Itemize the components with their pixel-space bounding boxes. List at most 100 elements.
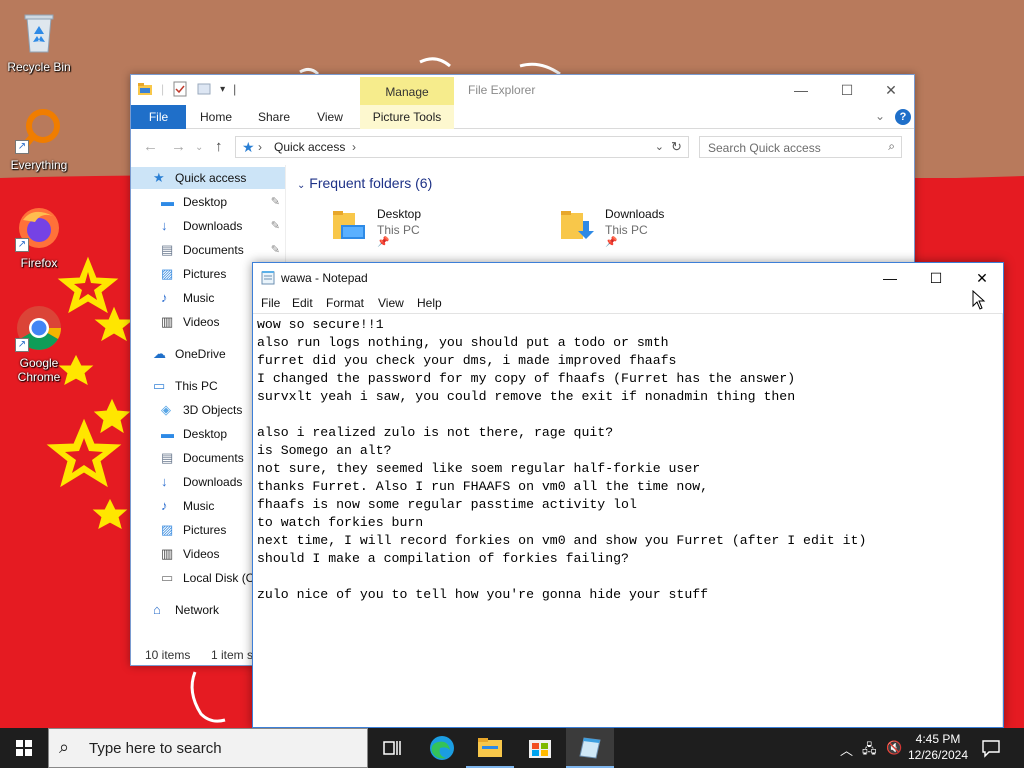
window-title: File Explorer: [468, 83, 536, 97]
text-line: survxlt yeah i saw, you could remove the…: [257, 389, 796, 404]
help-icon[interactable]: ?: [895, 109, 911, 125]
pin-icon: ✎: [270, 244, 280, 256]
nav-item-documents[interactable]: ▤ Documents ✎: [131, 239, 285, 261]
refresh-icon[interactable]: ↻: [671, 139, 682, 155]
forward-arrow-icon[interactable]: →: [171, 138, 186, 155]
toolbar-divider: |: [233, 82, 237, 96]
taskbar-search-box[interactable]: ⌕ Type here to search: [48, 728, 368, 768]
tab-view[interactable]: View: [307, 105, 353, 129]
search-box[interactable]: Search Quick access ⌕: [699, 136, 902, 158]
notepad-titlebar[interactable]: wawa - Notepad — ☐ ✕: [253, 263, 1003, 293]
tile-location: This PC: [605, 223, 648, 237]
videos-icon: ▥: [161, 546, 174, 561]
menu-view[interactable]: View: [378, 296, 404, 310]
navigation-bar: ← → ⌄ ↑ ★ › Quick access › ⌄ ↻ Search Qu…: [131, 130, 914, 164]
nav-item-label: Videos: [183, 547, 220, 561]
nav-item-downloads[interactable]: ↓ Downloads ✎: [131, 215, 285, 237]
minimize-button[interactable]: —: [778, 75, 824, 105]
qat-dropdown-icon[interactable]: ▾: [220, 84, 225, 95]
everything-search-icon: ↗: [15, 106, 63, 154]
folder-tile-downloads[interactable]: Downloads This PC 📌: [559, 203, 759, 253]
text-line: [257, 406, 1003, 424]
manage-contextual-tab[interactable]: Manage: [360, 77, 454, 105]
nav-item-label: Pictures: [183, 523, 227, 537]
desktop-icon-everything[interactable]: ↗ Everything: [1, 106, 77, 172]
menu-format[interactable]: Format: [326, 296, 364, 310]
task-view-icon: [383, 741, 401, 755]
explorer-titlebar[interactable]: | ▾ | Manage File Explorer — ☐ ✕: [131, 75, 914, 105]
menu-help[interactable]: Help: [417, 296, 442, 310]
breadcrumb-chevron-icon[interactable]: ›: [352, 140, 356, 154]
nav-item-label: Pictures: [183, 267, 227, 281]
nav-item-label: Local Disk (C: [183, 571, 255, 585]
network-icon: ⌂: [153, 602, 161, 617]
notepad-taskbar-button[interactable]: [566, 728, 614, 768]
notifications-icon[interactable]: [980, 737, 1002, 759]
start-button[interactable]: [0, 728, 48, 768]
chrome-icon: ↗: [15, 304, 63, 352]
tab-share[interactable]: Share: [251, 105, 297, 129]
tab-picture-tools[interactable]: Picture Tools: [360, 105, 454, 129]
folder-app-icon[interactable]: [137, 81, 153, 97]
back-arrow-icon[interactable]: ←: [143, 138, 158, 155]
minimize-button[interactable]: —: [867, 263, 913, 293]
quick-access-star-icon: ★: [242, 139, 255, 155]
collapse-chevron-icon[interactable]: ⌄: [297, 180, 305, 191]
address-dropdown-icon[interactable]: ⌄: [655, 140, 664, 153]
edge-taskbar-button[interactable]: [418, 728, 466, 768]
desktop-icon-label: Firefox: [20, 256, 58, 270]
nav-item-label: Music: [183, 291, 215, 305]
file-explorer-taskbar-button[interactable]: [466, 728, 514, 768]
address-bar[interactable]: ★ › Quick access › ⌄: [235, 136, 689, 158]
menu-edit[interactable]: Edit: [292, 296, 313, 310]
tab-file[interactable]: File: [131, 105, 186, 129]
taskbar-search-input[interactable]: Type here to search: [89, 740, 222, 757]
desktop-icon: ▬: [161, 426, 174, 441]
expand-ribbon-icon[interactable]: ⌄: [875, 109, 885, 123]
maximize-button[interactable]: ☐: [824, 75, 870, 105]
text-line: is Somego an alt?: [257, 443, 392, 458]
task-view-button[interactable]: [368, 728, 416, 768]
search-icon: ⌕: [59, 737, 70, 757]
edge-icon: [430, 736, 454, 760]
clock[interactable]: 4:45 PM 12/26/2024: [900, 731, 976, 763]
up-arrow-icon[interactable]: ↑: [215, 138, 223, 155]
properties-icon[interactable]: [172, 81, 188, 97]
notepad-text-area[interactable]: wow so secure!!1 also run logs nothing, y…: [253, 313, 1003, 727]
network-status-icon[interactable]: 🖧: [862, 740, 877, 762]
text-line: should I make a compilation of forkies f…: [257, 551, 629, 566]
search-input[interactable]: Search Quick access: [708, 141, 821, 155]
notepad-window[interactable]: wawa - Notepad — ☐ ✕ File Edit Format Vi…: [252, 262, 1004, 728]
nav-item-quick-access[interactable]: ★ Quick access: [131, 167, 285, 189]
local-disk-icon: ▭: [161, 570, 174, 585]
close-button[interactable]: ✕: [868, 75, 914, 105]
nav-item-label: Music: [183, 499, 215, 513]
tile-name: Desktop: [377, 207, 422, 221]
recent-locations-chevron-icon[interactable]: ⌄: [195, 142, 203, 153]
frequent-folders-header[interactable]: ⌄ Frequent folders (6): [297, 175, 432, 191]
store-taskbar-button[interactable]: [516, 728, 564, 768]
tile-location: This PC: [377, 223, 420, 237]
downloads-folder-icon: [561, 211, 594, 239]
nav-item-desktop[interactable]: ▬ Desktop ✎: [131, 191, 285, 213]
maximize-button[interactable]: ☐: [913, 263, 959, 293]
notepad-title: wawa - Notepad: [281, 271, 368, 285]
desktop-icon-chrome[interactable]: ↗ Google Chrome: [1, 304, 77, 384]
show-hidden-icons-chevron-icon[interactable]: ︿: [840, 740, 853, 759]
text-line: thanks Furret. Also I run FHAAFS on vm0 …: [257, 479, 709, 494]
downloads-icon: ↓: [161, 218, 168, 233]
desktop-icon-recycle-bin[interactable]: Recycle Bin: [1, 8, 77, 74]
onedrive-icon: ☁: [153, 346, 166, 361]
desktop-icon-firefox[interactable]: ↗ Firefox: [1, 204, 77, 270]
nav-item-label: This PC: [175, 379, 218, 393]
text-line: fhaafs is now some regular passtime acti…: [257, 497, 637, 512]
breadcrumb-quick-access[interactable]: Quick access: [274, 140, 345, 154]
tab-home[interactable]: Home: [193, 105, 239, 129]
desktop-folder-icon: [333, 211, 365, 239]
folder-tile-desktop[interactable]: Desktop This PC 📌: [331, 203, 531, 253]
pictures-icon: ▨: [161, 266, 174, 281]
new-folder-icon[interactable]: [196, 81, 212, 97]
close-button[interactable]: ✕: [959, 263, 1005, 293]
nav-item-label: 3D Objects: [183, 403, 243, 417]
menu-file[interactable]: File: [261, 296, 280, 310]
